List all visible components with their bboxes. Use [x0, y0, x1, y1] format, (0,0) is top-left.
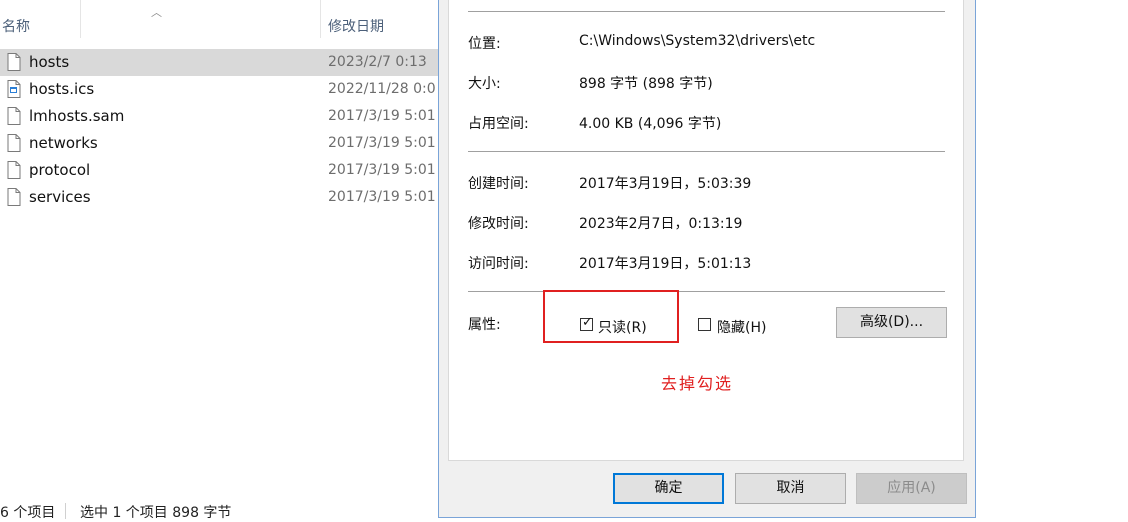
modified-label: 修改时间: — [468, 216, 529, 232]
disk-size-label: 占用空间: — [468, 116, 529, 132]
cancel-button[interactable]: 取消 — [735, 473, 846, 504]
status-divider — [65, 503, 66, 519]
file-date-modified: 2017/3/19 5:01 — [328, 135, 436, 151]
file-icon — [7, 188, 21, 206]
file-date-modified: 2017/3/19 5:01 — [328, 162, 436, 178]
divider — [468, 151, 945, 152]
file-name: hosts.ics — [29, 80, 95, 98]
file-row[interactable]: services 2017/3/19 5:01 — [0, 184, 440, 211]
accessed-label: 访问时间: — [468, 256, 529, 272]
divider — [468, 291, 945, 292]
divider — [468, 11, 945, 12]
size-value: 898 字节 (898 字节) — [579, 76, 713, 92]
file-row[interactable]: lmhosts.sam 2017/3/19 5:01 — [0, 103, 440, 130]
disk-size-value: 4.00 KB (4,096 字节) — [579, 116, 722, 132]
hidden-label[interactable]: 隐藏(H) — [717, 317, 766, 337]
annotation-text: 去掉勾选 — [661, 374, 734, 393]
hidden-checkbox[interactable] — [698, 318, 711, 331]
file-icon — [7, 161, 21, 179]
column-header-name[interactable]: 名称 — [2, 16, 30, 36]
general-tab-panel: 位置: C:\Windows\System32\drivers\etc 大小: … — [448, 0, 964, 461]
file-date-modified: 2017/3/19 5:01 — [328, 108, 436, 124]
attributes-label: 属性: — [468, 317, 501, 333]
created-label: 创建时间: — [468, 176, 529, 192]
file-icon — [7, 134, 21, 152]
item-count: 6 个项目 — [0, 505, 56, 521]
created-value: 2017年3月19日，5:03:39 — [579, 176, 752, 192]
modified-value: 2023年2月7日，0:13:19 — [579, 216, 743, 232]
file-name: protocol — [29, 161, 91, 179]
file-explorer: ︿ 名称 修改日期 hosts 2023/2/7 0:13 hosts.ics 202… — [0, 0, 440, 522]
advanced-button[interactable]: 高级(D)... — [836, 307, 947, 338]
file-icon — [7, 53, 21, 71]
file-date-modified: 2022/11/28 0:0 — [328, 81, 436, 97]
ok-button[interactable]: 确定 — [613, 473, 724, 504]
selection-info: 选中 1 个项目 898 字节 — [80, 505, 232, 521]
file-row[interactable]: protocol 2017/3/19 5:01 — [0, 157, 440, 184]
size-label: 大小: — [468, 76, 501, 92]
file-name: networks — [29, 134, 98, 152]
file-date-modified: 2023/2/7 0:13 — [328, 54, 427, 70]
status-bar: 6 个项目 选中 1 个项目 898 字节 — [0, 500, 440, 522]
sort-ascending-icon[interactable]: ︿ — [151, 4, 162, 20]
file-icon — [7, 107, 21, 125]
file-name: lmhosts.sam — [29, 107, 125, 125]
calendar-file-icon — [7, 80, 21, 98]
file-name: services — [29, 188, 91, 206]
column-header-date-modified[interactable]: 修改日期 — [328, 16, 384, 36]
header-divider[interactable] — [80, 0, 81, 38]
file-date-modified: 2017/3/19 5:01 — [328, 189, 436, 205]
header-divider[interactable] — [320, 0, 321, 38]
properties-dialog: 位置: C:\Windows\System32\drivers\etc 大小: … — [438, 0, 976, 518]
file-row[interactable]: networks 2017/3/19 5:01 — [0, 130, 440, 157]
file-row[interactable]: hosts.ics 2022/11/28 0:0 — [0, 76, 440, 103]
apply-button[interactable]: 应用(A) — [856, 473, 967, 504]
file-row[interactable]: hosts 2023/2/7 0:13 — [0, 49, 440, 76]
accessed-value: 2017年3月19日，5:01:13 — [579, 256, 752, 272]
file-name: hosts — [29, 53, 70, 71]
location-label: 位置: — [468, 36, 501, 52]
annotation-highlight-box — [543, 290, 679, 343]
location-value[interactable]: C:\Windows\System32\drivers\etc — [579, 33, 815, 49]
file-list: hosts 2023/2/7 0:13 hosts.ics 2022/11/28 0:… — [0, 49, 440, 211]
